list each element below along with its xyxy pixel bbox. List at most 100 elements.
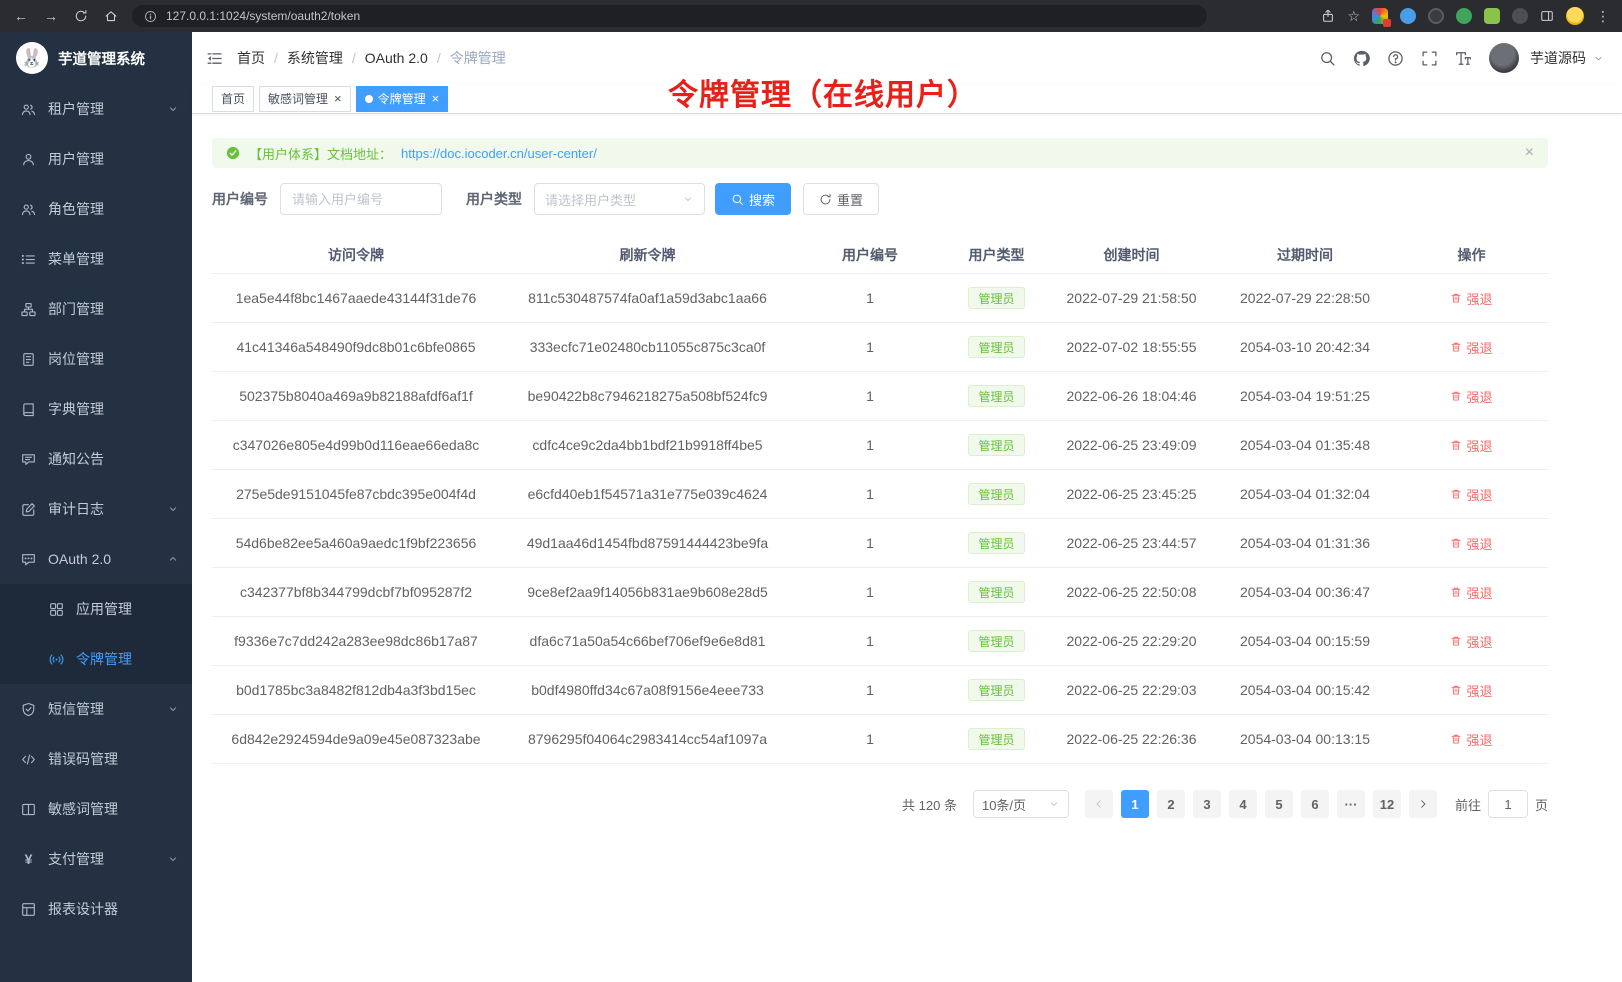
breadcrumb-item[interactable]: OAuth 2.0 <box>365 50 428 66</box>
sidebar-item-oauth2[interactable]: OAuth 2.0 <box>0 534 192 584</box>
sidebar-item-oauth2-app[interactable]: 应用管理 <box>0 584 192 634</box>
menu-label: 菜单管理 <box>48 249 104 269</box>
force-logout-button[interactable]: 强退 <box>1450 387 1492 406</box>
help-icon[interactable] <box>1387 50 1404 67</box>
force-logout-button[interactable]: 强退 <box>1450 681 1492 700</box>
force-logout-label: 强退 <box>1466 485 1492 504</box>
table-row: 1ea5e44f8bc1467aaede43144f31de76811c5304… <box>212 274 1548 323</box>
user-type-badge: 管理员 <box>968 630 1024 652</box>
user-id-input[interactable] <box>280 183 442 215</box>
sidebar-item-tenant[interactable]: 租户管理 <box>0 84 192 134</box>
breadcrumb-item[interactable]: 系统管理 <box>287 48 343 68</box>
page-button-5[interactable]: 5 <box>1265 790 1293 818</box>
user-type-badge: 管理员 <box>968 336 1024 358</box>
reset-button[interactable]: 重置 <box>803 183 879 215</box>
user-type-badge: 管理员 <box>968 483 1024 505</box>
bookmark-star-icon[interactable]: ☆ <box>1347 8 1360 25</box>
access-token-cell: 275e5de9151045fe87cbdc395e004f4d <box>212 470 500 518</box>
force-logout-button[interactable]: 强退 <box>1450 534 1492 553</box>
side-panel-icon[interactable] <box>1540 9 1554 23</box>
next-page-button[interactable] <box>1409 790 1437 818</box>
back-icon[interactable]: ← <box>12 8 30 24</box>
sidebar-item-notice[interactable]: 通知公告 <box>0 434 192 484</box>
sidebar-item-menu[interactable]: 菜单管理 <box>0 234 192 284</box>
force-logout-button[interactable]: 强退 <box>1450 289 1492 308</box>
sidebar-item-dept[interactable]: 部门管理 <box>0 284 192 334</box>
extension-icon[interactable] <box>1484 8 1500 24</box>
force-logout-button[interactable]: 强退 <box>1450 338 1492 357</box>
page-button-4[interactable]: 4 <box>1229 790 1257 818</box>
tab-label: 令牌管理 <box>378 90 426 107</box>
browser-menu-icon[interactable]: ⋮ <box>1596 8 1610 25</box>
extension-icon[interactable] <box>1456 8 1472 24</box>
create-time-cell: 2022-06-26 18:04:46 <box>1048 372 1215 420</box>
extension-icon[interactable] <box>1400 8 1416 24</box>
fullscreen-icon[interactable] <box>1421 50 1438 67</box>
page-button-2[interactable]: 2 <box>1157 790 1185 818</box>
reload-icon[interactable] <box>72 9 90 23</box>
close-icon[interactable]: × <box>334 92 342 105</box>
action-cell: 强退 <box>1395 617 1548 665</box>
close-icon[interactable]: × <box>1525 145 1534 161</box>
sidebar-item-role[interactable]: 角色管理 <box>0 184 192 234</box>
sidebar-item-report-designer[interactable]: 报表设计器 <box>0 884 192 934</box>
search-icon[interactable] <box>1319 50 1336 67</box>
tab-sensitive-word[interactable]: 敏感词管理× <box>259 86 351 112</box>
share-icon[interactable] <box>1321 9 1335 23</box>
user-type-cell: 管理员 <box>945 274 1048 322</box>
font-size-icon[interactable] <box>1455 50 1472 67</box>
sidebar-item-sensitive-word[interactable]: 敏感词管理 <box>0 784 192 834</box>
expire-time-cell: 2022-07-29 22:28:50 <box>1215 274 1395 322</box>
sidebar-item-user[interactable]: 用户管理 <box>0 134 192 184</box>
page-button-6[interactable]: 6 <box>1301 790 1329 818</box>
extension-icon[interactable] <box>1372 8 1388 24</box>
extension-icon[interactable] <box>1428 8 1444 24</box>
expire-time-cell: 2054-03-04 00:13:15 <box>1215 715 1395 763</box>
page-size-select[interactable]: 10条/页 <box>973 790 1069 818</box>
force-logout-button[interactable]: 强退 <box>1450 485 1492 504</box>
sidebar-item-oauth2-token[interactable]: 令牌管理 <box>0 634 192 684</box>
user-name[interactable]: 芋道源码 <box>1530 48 1586 68</box>
user-type-select[interactable]: 请选择用户类型 <box>534 183 705 215</box>
user-icon <box>20 152 37 167</box>
menu-label: 审计日志 <box>48 499 104 519</box>
home-icon[interactable] <box>102 9 120 23</box>
breadcrumb-item[interactable]: 首页 <box>237 48 265 68</box>
pagination-ellipsis[interactable]: ··· <box>1337 790 1365 818</box>
user-type-cell: 管理员 <box>945 666 1048 714</box>
browser-profile-avatar[interactable] <box>1566 7 1584 25</box>
goto-page-input[interactable] <box>1488 790 1528 818</box>
force-logout-button[interactable]: 强退 <box>1450 632 1492 651</box>
forward-icon[interactable]: → <box>42 8 60 24</box>
access-token-cell: 41c41346a548490f9dc8b01c6bfe0865 <box>212 323 500 371</box>
sidebar-collapse-icon[interactable] <box>206 50 223 67</box>
extension-icon[interactable] <box>1512 8 1528 24</box>
breadcrumb-separator: / <box>274 50 278 66</box>
url-bar[interactable]: 127.0.0.1:1024/system/oauth2/token <box>132 5 1207 27</box>
site-info-icon[interactable] <box>144 10 157 23</box>
sidebar-item-error-code[interactable]: 错误码管理 <box>0 734 192 784</box>
page-button-12[interactable]: 12 <box>1373 790 1401 818</box>
sidebar-item-audit-log[interactable]: 审计日志 <box>0 484 192 534</box>
menu-label: 字典管理 <box>48 399 104 419</box>
page-button-1[interactable]: 1 <box>1121 790 1149 818</box>
table-row: c342377bf8b344799dcbf7bf095287f29ce8ef2a… <box>212 568 1548 617</box>
sidebar-item-sms[interactable]: 短信管理 <box>0 684 192 734</box>
force-logout-button[interactable]: 强退 <box>1450 583 1492 602</box>
prev-page-button[interactable] <box>1085 790 1113 818</box>
doc-link[interactable]: https://doc.iocoder.cn/user-center/ <box>401 146 597 161</box>
force-logout-button[interactable]: 强退 <box>1450 730 1492 749</box>
browser-chrome: ← → 127.0.0.1:1024/system/oauth2/token ☆… <box>0 0 1622 32</box>
user-type-cell: 管理员 <box>945 617 1048 665</box>
github-icon[interactable] <box>1353 50 1370 67</box>
search-button[interactable]: 搜索 <box>715 183 791 215</box>
sidebar-item-pay[interactable]: ¥支付管理 <box>0 834 192 884</box>
sidebar-item-post[interactable]: 岗位管理 <box>0 334 192 384</box>
tab-home[interactable]: 首页 <box>212 86 254 112</box>
close-icon[interactable]: × <box>432 92 440 105</box>
sidebar-item-dict[interactable]: 字典管理 <box>0 384 192 434</box>
page-button-3[interactable]: 3 <box>1193 790 1221 818</box>
user-avatar[interactable] <box>1489 43 1519 73</box>
tab-token[interactable]: 令牌管理 × <box>356 86 449 112</box>
force-logout-button[interactable]: 强退 <box>1450 436 1492 455</box>
